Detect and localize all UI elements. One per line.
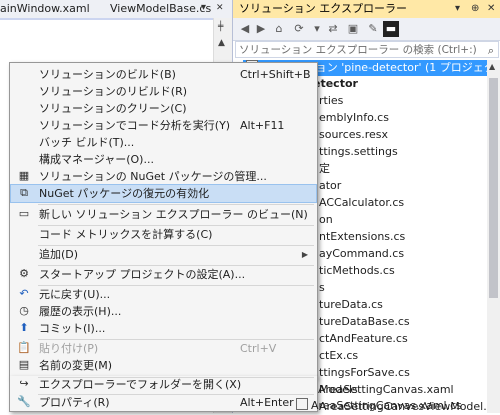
tree-item[interactable]: ttingsForSave.cs: [319, 365, 410, 381]
solution-explorer-title: ソリューション エクスプローラー: [239, 2, 407, 15]
menu-separator: [38, 204, 314, 205]
close-icon[interactable]: ✕: [487, 0, 495, 18]
tree-item[interactable]: s: [319, 280, 325, 296]
tree-item[interactable]: ACCalculator.cs: [319, 195, 404, 211]
undo-icon: ↶: [19, 287, 29, 300]
solution-explorer-search-input[interactable]: ソリューション エクスプローラー の検索 (Ctrl+:) ⌕: [235, 41, 499, 58]
open-folder-icon: ↪: [19, 377, 29, 390]
menu-item-add[interactable]: 追加(D) ▶: [11, 246, 316, 263]
menu-item-rebuild-solution[interactable]: ソリューションのリビルド(R): [11, 83, 316, 100]
rename-icon: ▤: [18, 358, 30, 371]
tree-item[interactable]: ctEx.cs: [319, 348, 358, 364]
scroll-up-icon[interactable]: ▲: [218, 38, 225, 48]
tree-item[interactable]: emblyInfo.cs: [319, 110, 389, 126]
tree-item[interactable]: sources.resx: [319, 127, 388, 143]
tree-item[interactable]: ntExtensions.cs: [319, 229, 405, 245]
collapse-icon[interactable]: ▣: [345, 21, 361, 37]
wrench-icon: 🔧: [17, 395, 31, 408]
menu-item-enable-nuget-restore[interactable]: ⧉ NuGet パッケージの復元の有効化: [10, 184, 317, 203]
menu-item-view-history[interactable]: ◷ 履歴の表示(H)...: [11, 303, 316, 320]
submenu-arrow-icon: ▶: [301, 250, 308, 259]
new-view-icon: ▭: [18, 207, 30, 220]
close-icon[interactable]: ✕: [216, 1, 224, 15]
commit-icon: ⬆: [19, 321, 29, 334]
menu-item-set-startup-projects[interactable]: ⚙ スタートアップ プロジェクトの設定(A)...: [11, 266, 316, 283]
history-icon: ◷: [19, 304, 29, 317]
forward-icon[interactable]: ▶: [253, 21, 269, 37]
context-menu: ソリューションのビルド(B) Ctrl+Shift+B ソリューションのリビルド…: [9, 62, 318, 378]
split-icon[interactable]: ╪: [218, 22, 223, 32]
menu-item-new-explorer-view[interactable]: ▭ 新しい ソリューション エクスプローラー のビュー(N): [11, 206, 316, 223]
scroll-thumb[interactable]: [489, 78, 498, 298]
back-icon[interactable]: ◀: [237, 21, 253, 37]
nuget-icon: ▦: [18, 169, 30, 182]
solution-explorer-toolbar: ◀ ▶ ⌂ ⟳ ▾ ⇄ ▣ ✎ ▬: [233, 18, 500, 41]
context-menu-continued: ↪ エクスプローラーでフォルダーを開く(X) 🔧 プロパティ(R) Alt+En…: [9, 376, 318, 412]
paste-icon: 📋: [17, 341, 31, 354]
gear-icon: ⚙: [19, 267, 29, 280]
menu-item-run-code-analysis[interactable]: ソリューションでコード分析を実行(Y) Alt+F11: [11, 117, 316, 134]
dropdown-icon[interactable]: ▾: [455, 0, 460, 18]
tree-item[interactable]: on: [319, 212, 333, 228]
tree-item[interactable]: ctAndFeature.cs: [319, 331, 408, 347]
dropdown-arrow-icon[interactable]: ▾: [309, 21, 325, 37]
xaml-file-icon: [296, 398, 308, 410]
menu-item-manage-nuget[interactable]: ▦ ソリューションの NuGet パッケージの管理...: [11, 168, 316, 185]
tree-item[interactable]: 定: [319, 161, 330, 177]
search-icon[interactable]: ⌕: [488, 42, 494, 59]
menu-item-clean-solution[interactable]: ソリューションのクリーン(C): [11, 100, 316, 117]
menu-item-properties[interactable]: 🔧 プロパティ(R) Alt+Enter: [11, 394, 316, 411]
menu-item-build-solution[interactable]: ソリューションのビルド(B) Ctrl+Shift+B: [11, 66, 316, 83]
editor-tab-strip: ainWindow.xaml ViewModelBase.cs ▾ ✕: [0, 0, 232, 20]
tree-item[interactable]: ator: [319, 178, 341, 194]
tree-item[interactable]: tureData.cs: [319, 297, 383, 313]
menu-item-open-in-explorer[interactable]: ↪ エクスプローラーでフォルダーを開く(X): [11, 376, 316, 393]
tree-item[interactable]: ticMethods.cs: [319, 263, 395, 279]
search-placeholder: ソリューション エクスプローラー の検索 (Ctrl+:): [239, 44, 477, 56]
scroll-up-icon[interactable]: ▲: [489, 62, 495, 71]
tree-item[interactable]: tureDataBase.cs: [319, 314, 410, 330]
tree-item[interactable]: rties: [319, 93, 343, 109]
menu-item-undo[interactable]: ↶ 元に戻す(U)...: [11, 286, 316, 303]
nuget-restore-icon: ⧉: [20, 186, 28, 199]
solution-explorer-scrollbar[interactable]: ▲: [487, 60, 500, 413]
sync-icon[interactable]: ⟳: [291, 21, 307, 37]
menu-item-configuration-manager[interactable]: 構成マネージャー(O)...: [11, 151, 316, 168]
menu-item-paste[interactable]: 📋 貼り付け(P) Ctrl+V: [11, 340, 316, 357]
menu-item-calculate-code-metrics[interactable]: コード メトリックスを計算する(C): [11, 226, 316, 243]
pin-icon[interactable]: ⊕: [471, 0, 479, 18]
menu-item-batch-build[interactable]: バッチ ビルド(T)...: [11, 134, 316, 151]
menu-item-commit[interactable]: ⬆ コミット(I)...: [11, 320, 316, 337]
dropdown-arrow-icon[interactable]: ▾: [201, 1, 206, 15]
solution-explorer-title-bar: ソリューション エクスプローラー ▾ ⊕ ✕: [233, 0, 500, 18]
tree-item[interactable]: ttings.settings: [319, 144, 398, 160]
preview-icon[interactable]: ▬: [383, 21, 399, 37]
tree-item[interactable]: AreaSettingCanvas.xaml: [318, 382, 454, 398]
editor-tab-mainwindow-xaml[interactable]: ainWindow.xaml: [0, 2, 90, 16]
refresh-icon[interactable]: ⇄: [325, 21, 341, 37]
menu-item-rename[interactable]: ▤ 名前の変更(M): [11, 357, 316, 374]
tree-item[interactable]: ayCommand.cs: [319, 246, 404, 262]
home-icon[interactable]: ⌂: [271, 21, 287, 37]
tree-item[interactable]: AreaSettingCanvas.xaml.cs: [296, 398, 462, 414]
editor-tab-viewmodelbase[interactable]: ViewModelBase.cs: [110, 2, 211, 16]
tree-item-project[interactable]: etector: [313, 76, 358, 92]
properties-icon[interactable]: ✎: [365, 21, 381, 37]
